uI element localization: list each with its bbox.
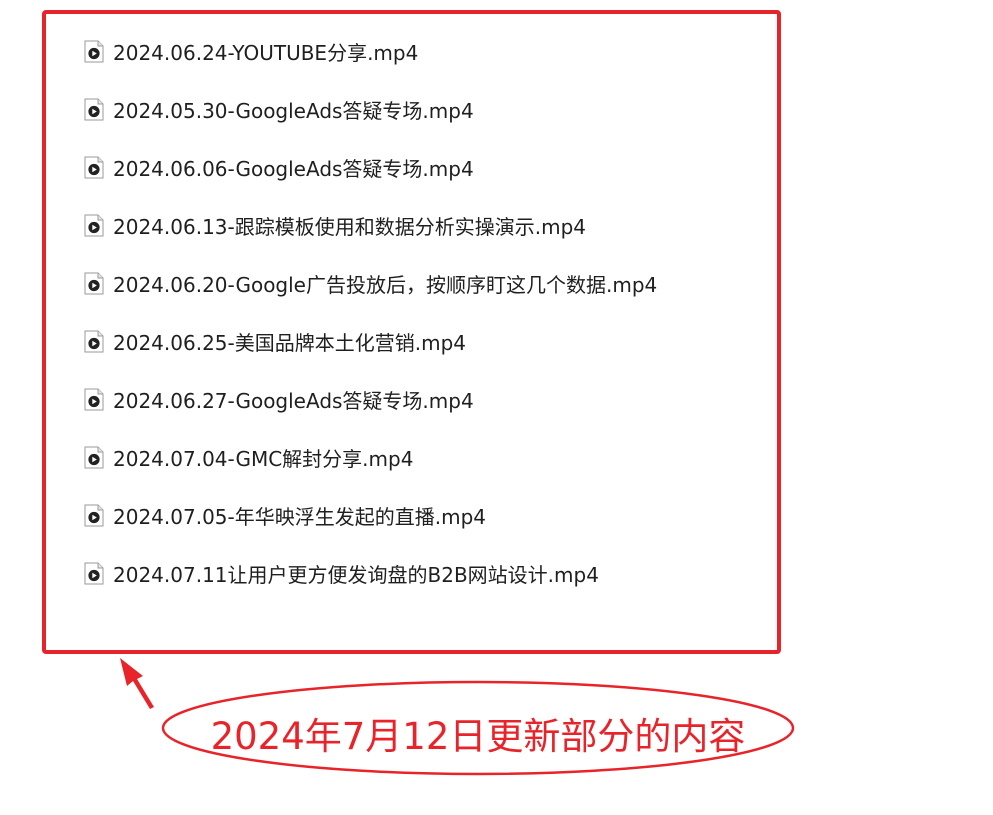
file-name: 2024.07.04-GMC解封分享.mp4 (113, 446, 414, 471)
video-file-icon (84, 40, 104, 62)
file-name: 2024.06.20-Google广告投放后，按顺序盯这几个数据.mp4 (113, 272, 658, 297)
video-file-icon (84, 272, 104, 294)
file-item[interactable]: 2024.06.20-Google广告投放后，按顺序盯这几个数据.mp4 (84, 254, 657, 312)
file-item[interactable]: 2024.07.05-年华映浮生发起的直播.mp4 (84, 486, 657, 544)
video-file-icon (84, 446, 104, 468)
file-item[interactable]: 2024.06.25-美国品牌本土化营销.mp4 (84, 312, 657, 370)
file-item[interactable]: 2024.06.13-跟踪模板使用和数据分析实操演示.mp4 (84, 196, 657, 254)
file-item[interactable]: 2024.06.06-GoogleAds答疑专场.mp4 (84, 138, 657, 196)
file-name: 2024.05.30-GoogleAds答疑专场.mp4 (113, 98, 474, 123)
file-name: 2024.06.06-GoogleAds答疑专场.mp4 (113, 156, 474, 181)
file-item[interactable]: 2024.07.04-GMC解封分享.mp4 (84, 428, 657, 486)
file-item[interactable]: 2024.07.11让用户更方便发询盘的B2B网站设计.mp4 (84, 544, 657, 602)
video-file-icon (84, 98, 104, 120)
video-file-icon (84, 156, 104, 178)
annotation-label: 2024年7月12日更新部分的内容 (210, 715, 746, 758)
file-name: 2024.06.13-跟踪模板使用和数据分析实操演示.mp4 (113, 214, 586, 239)
video-file-icon (84, 388, 104, 410)
file-item[interactable]: 2024.06.24-YOUTUBE分享.mp4 (84, 22, 657, 80)
file-name: 2024.06.27-GoogleAds答疑专场.mp4 (113, 388, 474, 413)
file-item[interactable]: 2024.06.27-GoogleAds答疑专场.mp4 (84, 370, 657, 428)
video-file-icon (84, 504, 104, 526)
video-file-icon (84, 214, 104, 236)
file-name: 2024.07.11让用户更方便发询盘的B2B网站设计.mp4 (113, 562, 599, 587)
file-list: 2024.06.24-YOUTUBE分享.mp4 2024.05.30-Goog… (84, 22, 657, 602)
file-name: 2024.06.25-美国品牌本土化营销.mp4 (113, 330, 466, 355)
video-file-icon (84, 562, 104, 584)
file-name: 2024.07.05-年华映浮生发起的直播.mp4 (113, 504, 486, 529)
video-file-icon (84, 330, 104, 352)
file-name: 2024.06.24-YOUTUBE分享.mp4 (113, 40, 419, 65)
arrow-icon (120, 658, 154, 709)
file-item[interactable]: 2024.05.30-GoogleAds答疑专场.mp4 (84, 80, 657, 138)
